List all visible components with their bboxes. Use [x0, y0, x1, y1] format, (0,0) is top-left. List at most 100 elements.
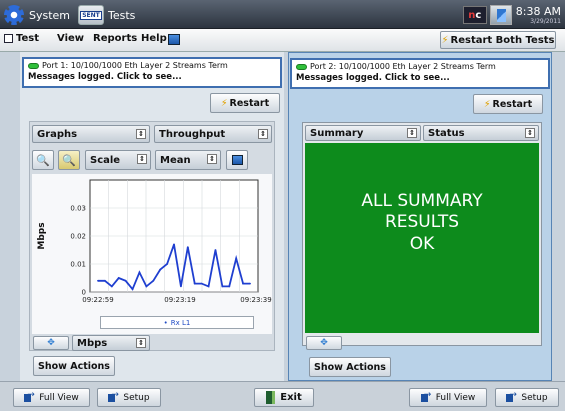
tests-menu[interactable]: SENT Tests	[78, 5, 135, 25]
port1-messages-link[interactable]: Messages logged. Click to see...	[28, 72, 276, 82]
port1-graph-panel: Graphs ⇕ Throughput ⇕ 🔍 🔍 Scale ⇕ Mean ⇕…	[29, 121, 275, 351]
setup-icon	[108, 390, 121, 402]
port1-show-actions-button[interactable]: Show Actions	[33, 356, 115, 376]
legend-series-label: Rx L1	[170, 318, 191, 327]
port1-restart-label: Restart	[229, 97, 270, 109]
summary-column-select[interactable]: Summary ⇕	[305, 125, 421, 141]
clock-time: 8:38 AM	[515, 4, 561, 18]
menu-test[interactable]: Test	[4, 33, 39, 44]
status-column-select[interactable]: Status ⇕	[423, 125, 539, 141]
chart-legend: • Rx L1	[100, 316, 254, 329]
nc-logo-icon: nc	[462, 6, 487, 24]
data-point	[200, 282, 203, 285]
scale-select-value: Scale	[90, 154, 121, 166]
exit-button[interactable]: Exit	[254, 388, 314, 407]
data-point	[138, 271, 141, 274]
port1-metric-select[interactable]: Throughput ⇕	[154, 125, 272, 143]
data-point	[110, 285, 113, 288]
chevron-updown-icon: ⇕	[258, 129, 268, 139]
port1-view-select[interactable]: Graphs ⇕	[32, 125, 150, 143]
chevron-updown-icon: ⇕	[207, 154, 217, 164]
graph-settings-button[interactable]	[226, 150, 248, 170]
units-select[interactable]: Mbps ⇕	[72, 335, 150, 351]
chevron-updown-icon: ⇕	[136, 338, 146, 348]
window-icon	[231, 155, 243, 165]
summary-line-1: ALL SUMMARY	[361, 191, 483, 212]
y-tick-label: 0.03	[70, 205, 86, 213]
setup-button-2[interactable]: Setup	[495, 388, 559, 407]
menu-reports[interactable]: Reports	[93, 33, 137, 44]
test-menu-icon	[4, 34, 13, 43]
zoom-out-icon: 🔍	[36, 153, 50, 167]
data-point	[152, 279, 155, 282]
data-point	[186, 246, 189, 249]
help-book-icon[interactable]	[168, 34, 180, 45]
data-point	[117, 277, 120, 279]
full-view-icon	[420, 390, 433, 402]
move-arrows-icon: ✥	[47, 338, 55, 348]
full-view-button-1[interactable]: Full View	[13, 388, 90, 407]
port2-panel: Port 2: 10/100/1000 Eth Layer 2 Streams …	[288, 52, 552, 381]
data-point	[145, 285, 148, 288]
port2-link-led-icon	[296, 63, 307, 70]
data-point	[124, 279, 127, 282]
y-axis-label: Mbps	[37, 222, 47, 249]
data-point	[159, 268, 162, 271]
setup-button-1[interactable]: Setup	[97, 388, 161, 407]
port2-restart-button[interactable]: ⚡ Restart	[473, 94, 543, 114]
y-tick-label: 0.02	[70, 233, 86, 241]
port1-status-box[interactable]: Port 1: 10/100/1000 Eth Layer 2 Streams …	[22, 57, 282, 88]
full-view-label-2: Full View	[435, 392, 476, 403]
mean-select[interactable]: Mean ⇕	[155, 150, 221, 170]
move-arrows-icon: ✥	[320, 338, 328, 348]
legend-dot: •	[163, 318, 168, 327]
clock: 8:38 AM 3/29/2011	[516, 6, 561, 25]
exit-label: Exit	[280, 392, 302, 403]
summary-line-2: RESULTS	[384, 212, 460, 233]
system-label: System	[29, 8, 71, 22]
full-view-label-1: Full View	[39, 392, 79, 403]
chevron-updown-icon: ⇕	[407, 128, 417, 138]
setup-label-2: Setup	[521, 392, 548, 403]
system-menu[interactable]: System	[4, 5, 70, 25]
data-point	[180, 285, 182, 288]
summary-line-3: OK	[409, 233, 435, 254]
exit-door-icon	[266, 391, 276, 404]
data-point	[214, 249, 217, 251]
top-bar: System SENT Tests nc 8:38 AM 3/29/2011	[0, 0, 565, 29]
port2-messages-link[interactable]: Messages logged. Click to see...	[296, 73, 544, 83]
data-point	[166, 263, 168, 265]
menu-test-label: Test	[16, 33, 40, 44]
setup-icon	[506, 390, 519, 402]
port2-title: Port 2: 10/100/1000 Eth Layer 2 Streams …	[310, 62, 496, 71]
zoom-in-icon: 🔍	[62, 153, 76, 167]
menu-bar: Test View Reports Help ⚡ Restart Both Te…	[0, 29, 565, 52]
clock-date: 3/29/2011	[530, 17, 561, 25]
x-tick-label: 09:23:19	[164, 296, 195, 304]
zoom-in-button[interactable]: 🔍	[58, 150, 80, 170]
x-tick-label: 09:22:59	[82, 296, 113, 304]
y-tick-label: 0.01	[70, 261, 86, 269]
pan-button[interactable]: ✥	[33, 336, 69, 350]
port1-panel: Port 1: 10/100/1000 Eth Layer 2 Streams …	[20, 52, 284, 381]
full-view-button-2[interactable]: Full View	[409, 388, 487, 407]
data-point	[221, 285, 224, 288]
menu-view[interactable]: View	[57, 33, 84, 44]
port1-restart-button[interactable]: ⚡ Restart	[210, 93, 280, 113]
throughput-chart: 0 0.01 0.02 0.03 Mbps 09:22:59 09:23:19 09:23:3…	[32, 174, 272, 334]
tests-label: Tests	[108, 8, 136, 22]
scale-select[interactable]: Scale ⇕	[85, 150, 151, 170]
data-point	[235, 257, 238, 260]
units-select-value: Mbps	[77, 337, 108, 349]
port2-show-actions-button[interactable]: Show Actions	[309, 357, 391, 377]
port2-pan-button[interactable]: ✥	[306, 336, 342, 350]
gear-icon	[4, 5, 24, 25]
port2-status-box[interactable]: Port 2: 10/100/1000 Eth Layer 2 Streams …	[290, 58, 550, 89]
data-point	[131, 288, 134, 291]
lightning-icon: ⚡	[483, 98, 491, 110]
restart-both-tests-button[interactable]: ⚡ Restart Both Tests	[440, 31, 556, 49]
battery-icon[interactable]	[489, 5, 512, 25]
menu-help[interactable]: Help	[141, 33, 167, 44]
data-point	[173, 243, 175, 246]
zoom-out-button[interactable]: 🔍	[32, 150, 54, 170]
